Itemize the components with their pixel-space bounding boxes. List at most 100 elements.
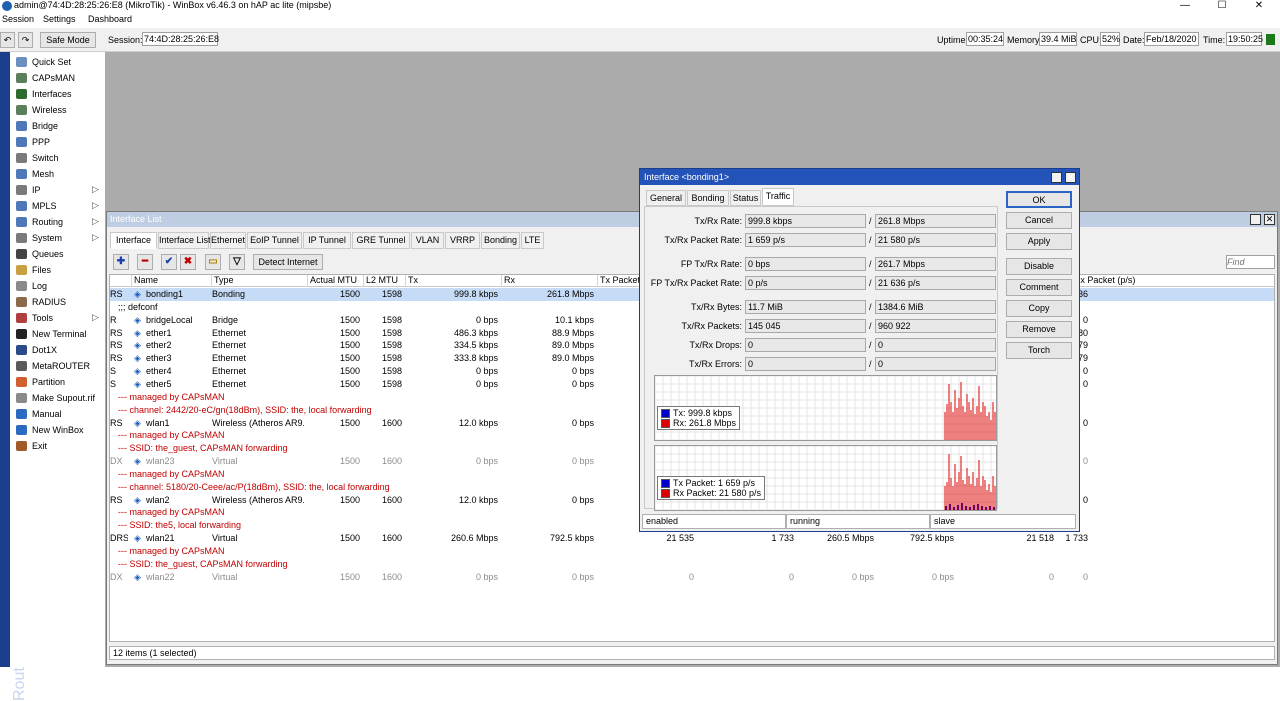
sidebar-item-manual[interactable]: Manual [10,406,105,422]
sidebar-item-switch[interactable]: Switch [10,150,105,166]
tab-vlan[interactable]: VLAN [411,232,444,249]
partition-icon [16,377,27,387]
sidebar-item-routing[interactable]: Routing ▷ [10,214,105,230]
tab-interface[interactable]: Interface [110,232,157,249]
sidebar-item-ppp[interactable]: PPP [10,134,105,150]
tab-ethernet[interactable]: Ethernet [210,232,246,249]
table-row[interactable]: DRS wlan21 Virtual 1500 1600 260.6 Mbps 792.5 … [110,532,1274,545]
packet-legend-tx: Tx Packet: 1 659 p/s [661,478,761,489]
exit-icon [16,441,27,451]
sidebar-item-queues[interactable]: Queues [10,246,105,262]
tab-lte[interactable]: LTE [521,232,544,249]
tab-gre-tunnel[interactable]: GRE Tunnel [352,232,410,249]
cancel-button[interactable]: Cancel [1006,212,1072,229]
column-header-flags[interactable] [110,275,132,287]
sidebar-item-log[interactable]: Log [10,278,105,294]
field-value-rx: 960 922 [875,319,996,333]
undo-icon[interactable]: ↶ [0,32,15,48]
comment-button[interactable]: Comment [1006,279,1072,296]
sidebar-item-partition[interactable]: Partition [10,374,105,390]
cell-type: Ethernet [212,378,247,389]
sidebar-item-make-supout-rif[interactable]: Make Supout.rif [10,390,105,406]
close-button[interactable]: ✕ [1244,0,1274,11]
disable-button[interactable]: Disable [1006,258,1072,275]
sidebar-item-capsman[interactable]: CAPsMAN [10,70,105,86]
column-header-fp-rx-packet[interactable]: FP Rx Packet (p/s) [1058,275,1274,287]
close-icon[interactable]: ✕ [1264,214,1275,225]
sidebar-item-mesh[interactable]: Mesh [10,166,105,182]
sidebar-item-bridge[interactable]: Bridge [10,118,105,134]
tab-ip-tunnel[interactable]: IP Tunnel [303,232,351,249]
tab-eoip-tunnel[interactable]: EoIP Tunnel [247,232,302,249]
status-slave: slave [930,514,1076,529]
dialog-title: Interface <bonding1> [644,172,730,182]
torch-button[interactable]: Torch [1006,342,1072,359]
redo-icon[interactable]: ↷ [18,32,33,48]
field-value-tx: 0 p/s [745,276,866,290]
restore-icon[interactable] [1250,214,1261,225]
dialog-tab-traffic[interactable]: Traffic [762,188,794,206]
sidebar-item-dot1x[interactable]: Dot1X [10,342,105,358]
column-header-type[interactable]: Type [212,275,308,287]
sidebar-item-new-terminal[interactable]: New Terminal [10,326,105,342]
column-header-l2-mtu[interactable]: L2 MTU [364,275,406,287]
maximize-button[interactable]: ☐ [1207,0,1237,11]
field-label: Tx/Rx Packets: [681,321,742,331]
sidebar-item-new-winbox[interactable]: New WinBox [10,422,105,438]
remove-icon[interactable]: ━ [137,254,153,270]
dialog-tab-general[interactable]: General [646,190,686,206]
sidebar-item-mpls[interactable]: MPLS ▷ [10,198,105,214]
sidebar-item-tools[interactable]: Tools ▷ [10,310,105,326]
time-label: Time: [1203,35,1226,45]
column-header-name[interactable]: Name [132,275,212,287]
field-value-tx: 11.7 MiB [745,300,866,314]
add-icon[interactable]: ✚ [113,254,129,270]
cell-type: Virtual [212,571,238,582]
cell-type: Bridge [212,314,239,325]
cell-tx: 0 bps [475,378,498,389]
cell-name: wlan22 [146,571,175,582]
cell-tx-packet: 0 [688,571,694,582]
close-icon[interactable]: ✕ [1065,172,1076,183]
cell-actual-mtu: 1500 [339,340,360,351]
field-value-rx: 0 [875,357,996,371]
cell-type: Bonding [212,289,246,299]
column-header-rx[interactable]: Rx [502,275,598,287]
sidebar-item-interfaces[interactable]: Interfaces [10,86,105,102]
dialog-titlebar[interactable]: Interface <bonding1> ✕ [640,169,1079,185]
dialog-tab-bonding[interactable]: Bonding [687,190,729,206]
detect-internet-button[interactable]: Detect Internet [253,254,323,270]
enable-check-icon[interactable]: ✔ [161,254,177,270]
disable-x-icon[interactable]: ✖ [180,254,196,270]
column-header-actual-mtu[interactable]: Actual MTU [308,275,364,287]
sidebar-item-ip[interactable]: IP ▷ [10,182,105,198]
tab-bonding[interactable]: Bonding [481,232,520,249]
menu-settings[interactable]: Settings [43,14,76,24]
sidebar-item-files[interactable]: Files [10,262,105,278]
minimize-button[interactable]: — [1170,0,1200,11]
sidebar-item-exit[interactable]: Exit [10,438,105,454]
remove-button[interactable]: Remove [1006,321,1072,338]
restore-icon[interactable] [1051,172,1062,183]
filter-icon[interactable]: ▽ [229,254,245,270]
comment-row: --- SSID: the_guest, CAPsMAN forwarding [110,558,1274,571]
sidebar-item-wireless[interactable]: Wireless [10,102,105,118]
sidebar-item-system[interactable]: System ▷ [10,230,105,246]
apply-button[interactable]: Apply [1006,233,1072,250]
sidebar-item-metarouter[interactable]: MetaROUTER [10,358,105,374]
sidebar-item-radius[interactable]: RADIUS [10,294,105,310]
table-row[interactable]: DX wlan22 Virtual 1500 1600 0 bps 0 bps 0 0 0 bps… [110,571,1274,584]
comment-icon[interactable]: ▭ [205,254,221,270]
tab-vrrp[interactable]: VRRP [445,232,480,249]
menu-dashboard[interactable]: Dashboard [88,14,132,24]
ok-button[interactable]: OK [1006,191,1072,208]
safe-mode-button[interactable]: Safe Mode [40,32,96,48]
dialog-tab-status[interactable]: Status [730,190,761,206]
sidebar-item-quick-set[interactable]: Quick Set [10,54,105,70]
find-input[interactable] [1226,255,1275,269]
column-header-tx[interactable]: Tx [406,275,502,287]
tab-interface-list[interactable]: Interface List [158,232,211,249]
menu-session[interactable]: Session [2,14,34,24]
rx-swatch [661,419,670,429]
copy-button[interactable]: Copy [1006,300,1072,317]
